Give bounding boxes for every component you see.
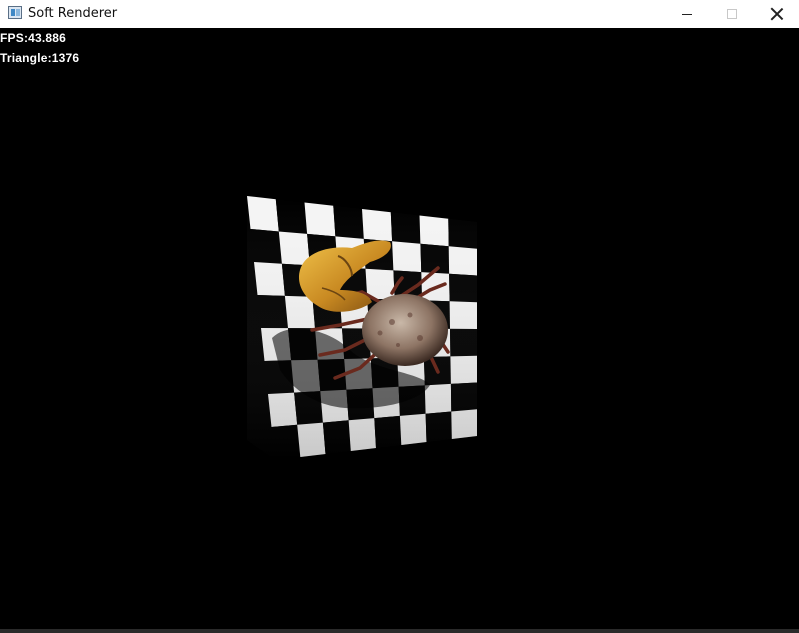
maximize-button[interactable] bbox=[709, 0, 754, 28]
app-window-icon bbox=[8, 6, 22, 19]
maximize-icon bbox=[726, 9, 737, 19]
window-bottom-edge bbox=[0, 629, 799, 633]
render-viewport[interactable]: FPS:43.886 Triangle:1376 bbox=[0, 28, 799, 629]
minimize-button[interactable] bbox=[664, 0, 709, 28]
rendered-scene bbox=[247, 196, 477, 460]
crab-body bbox=[362, 294, 448, 366]
close-button[interactable] bbox=[754, 0, 799, 28]
close-icon bbox=[771, 8, 783, 20]
minimize-icon bbox=[681, 13, 692, 15]
window-title: Soft Renderer bbox=[28, 6, 118, 21]
title-bar: Soft Renderer bbox=[0, 0, 799, 28]
